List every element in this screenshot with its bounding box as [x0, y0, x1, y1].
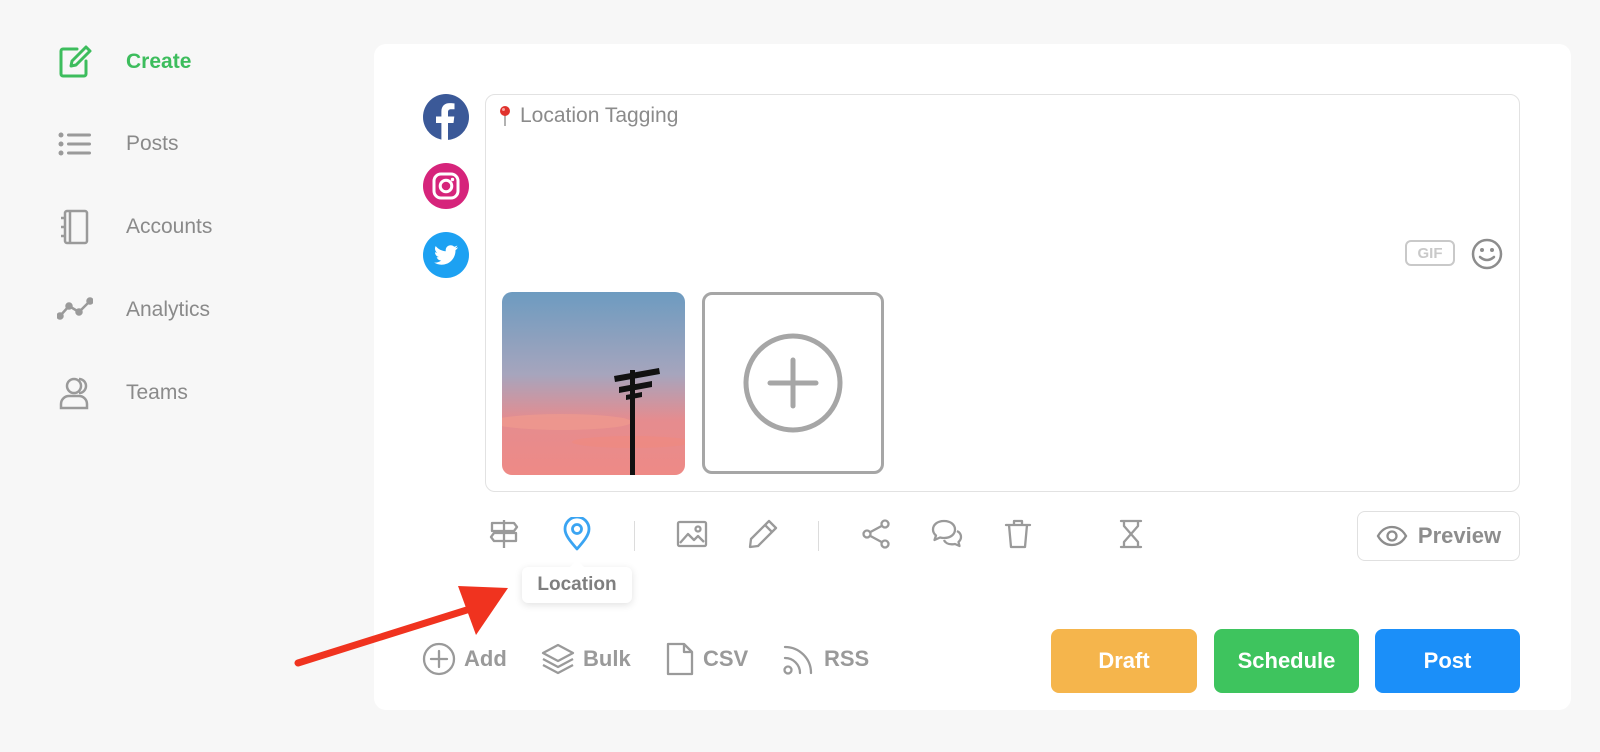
- twitter-icon: [434, 245, 458, 265]
- image-tool[interactable]: [674, 516, 710, 552]
- queue-tool[interactable]: [1113, 516, 1149, 552]
- location-tag-text: Location Tagging: [520, 104, 679, 127]
- pin-icon: [500, 106, 510, 126]
- comments-tool[interactable]: [929, 516, 965, 552]
- chat-bubbles-icon: [931, 519, 963, 548]
- plus-circle-icon: [422, 642, 456, 676]
- preview-button[interactable]: Preview: [1357, 511, 1520, 561]
- share-icon: [862, 519, 890, 549]
- csv-button[interactable]: CSV: [665, 642, 748, 676]
- instagram-account[interactable]: [423, 163, 469, 209]
- emoji-button[interactable]: [1470, 237, 1504, 276]
- attached-image[interactable]: [502, 292, 685, 475]
- location-tag: Location Tagging: [498, 104, 678, 128]
- add-button[interactable]: Add: [422, 642, 507, 676]
- edit-icon: [57, 44, 93, 80]
- sidebar-item-accounts[interactable]: Accounts: [57, 207, 212, 247]
- bulk-button[interactable]: Bulk: [541, 642, 631, 676]
- sidebar-item-analytics[interactable]: Analytics: [57, 290, 210, 330]
- layers-icon: [541, 643, 575, 675]
- emoji-icon: [1471, 238, 1503, 270]
- trend-line-icon: [57, 292, 93, 328]
- users-icon: [57, 375, 93, 411]
- toolbar-divider: [818, 521, 819, 551]
- facebook-icon: [436, 103, 455, 140]
- draft-button[interactable]: Draft: [1051, 629, 1197, 693]
- twitter-account[interactable]: [423, 232, 469, 278]
- image-icon: [676, 520, 708, 548]
- eye-icon: [1376, 525, 1408, 547]
- location-pin-icon: [563, 517, 591, 551]
- bulk-label: Bulk: [583, 646, 631, 671]
- notebook-icon: [57, 209, 93, 245]
- facebook-account[interactable]: [423, 94, 469, 140]
- rss-icon: [783, 645, 813, 675]
- csv-label: CSV: [703, 646, 749, 671]
- add-label: Add: [464, 646, 507, 671]
- sidebar-item-label: Teams: [126, 381, 188, 404]
- list-icon: [57, 126, 93, 162]
- add-media-button[interactable]: [702, 292, 884, 474]
- edit-tool[interactable]: [745, 516, 781, 552]
- gif-button[interactable]: GIF: [1405, 240, 1455, 266]
- signpost-sunset-image: [502, 292, 685, 475]
- sidebar-item-create[interactable]: Create: [57, 42, 191, 82]
- signpost-tool[interactable]: [486, 516, 522, 552]
- toolbar-divider: [634, 521, 635, 551]
- sidebar-item-teams[interactable]: Teams: [57, 373, 188, 413]
- share-tool[interactable]: [858, 516, 894, 552]
- sidebar: Create Posts Accounts Analytics Teams: [0, 0, 340, 752]
- plus-circle-icon: [743, 333, 843, 433]
- hourglass-icon: [1119, 519, 1143, 549]
- trash-icon: [1004, 519, 1032, 549]
- delete-tool[interactable]: [1000, 516, 1036, 552]
- sidebar-item-label: Analytics: [126, 298, 211, 321]
- rss-button[interactable]: RSS: [782, 642, 869, 676]
- sidebar-item-posts[interactable]: Posts: [57, 124, 179, 164]
- instagram-icon: [432, 172, 460, 200]
- sidebar-item-label: Create: [126, 50, 192, 73]
- sidebar-item-label: Accounts: [126, 215, 213, 238]
- file-icon: [666, 642, 694, 676]
- rss-label: RSS: [824, 646, 870, 671]
- signpost-icon: [489, 520, 519, 548]
- pencil-icon: [748, 519, 778, 549]
- location-tool[interactable]: [559, 516, 595, 552]
- location-tooltip: Location: [522, 560, 632, 603]
- sidebar-item-label: Posts: [126, 132, 179, 155]
- post-button[interactable]: Post: [1375, 629, 1520, 693]
- schedule-button[interactable]: Schedule: [1214, 629, 1359, 693]
- preview-label: Preview: [1417, 523, 1502, 548]
